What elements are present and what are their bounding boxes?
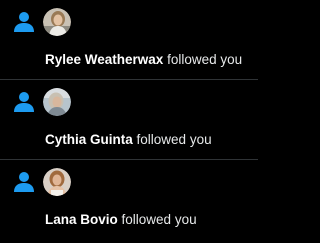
- user-name-link[interactable]: Lana Bovio: [45, 212, 118, 227]
- notifications-feed: Rylee Weatherwax followed you Cythia Gui…: [0, 0, 258, 243]
- person-follow-icon: [14, 92, 34, 112]
- notification-item[interactable]: Rylee Weatherwax followed you: [0, 0, 258, 80]
- notification-item[interactable]: Lana Bovio followed you: [0, 160, 258, 243]
- notification-item[interactable]: Cythia Guinta followed you: [0, 80, 258, 160]
- notification-text: Rylee Weatherwax followed you: [45, 51, 242, 68]
- notification-action: followed you: [136, 132, 212, 147]
- user-name-link[interactable]: Rylee Weatherwax: [45, 52, 163, 67]
- notification-action: followed you: [167, 52, 243, 67]
- user-name-link[interactable]: Cythia Guinta: [45, 132, 133, 147]
- notification-text: Cythia Guinta followed you: [45, 131, 212, 148]
- user-avatar[interactable]: [43, 88, 71, 116]
- notification-text: Lana Bovio followed you: [45, 211, 197, 228]
- user-avatar[interactable]: [43, 168, 71, 196]
- notification-action: followed you: [121, 212, 197, 227]
- person-follow-icon: [14, 172, 34, 192]
- person-follow-icon: [14, 12, 34, 32]
- user-avatar[interactable]: [43, 8, 71, 36]
